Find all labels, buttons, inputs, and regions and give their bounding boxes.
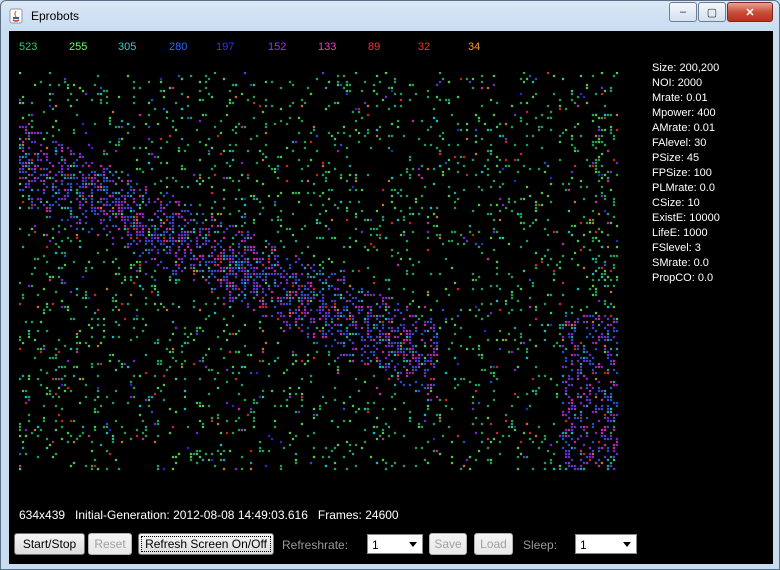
simulation-panel: 523 255 305 280 197 152 133 89 32 34 Size: 200,20… (9, 31, 773, 564)
population-count: 523 (19, 41, 38, 53)
parameter-item: SMrate: 0.0 (652, 257, 709, 269)
control-bar: Start/Stop Reset Refresh Screen On/Off R… (9, 529, 773, 564)
population-count: 152 (268, 41, 287, 53)
population-count: 280 (169, 41, 188, 53)
population-count: 197 (216, 41, 235, 53)
sleep-value: 1 (580, 538, 587, 552)
maximize-button[interactable]: ▢ (698, 2, 726, 22)
simulation-canvas[interactable] (19, 72, 619, 471)
population-count: 32 (418, 41, 431, 53)
start-stop-button[interactable]: Start/Stop (14, 533, 85, 555)
parameter-item: FSlevel: 3 (652, 242, 701, 254)
parameter-item: FPSize: 100 (652, 167, 712, 179)
refresh-toggle-button[interactable]: Refresh Screen On/Off (138, 533, 274, 555)
app-window: Eprobots ‒ ▢ ✕ 523 255 305 280 197 152 133 89 32… (0, 0, 780, 570)
parameter-item: Size: 200,200 (652, 62, 720, 74)
maximize-icon: ▢ (706, 6, 718, 19)
population-count: 133 (318, 41, 337, 53)
status-info: 634x439 Initial-Generation: 2012-08-08 1… (19, 508, 399, 522)
population-count: 89 (368, 41, 381, 53)
parameter-item: Mrate: 0.01 (652, 92, 708, 104)
sleep-label: Sleep: (523, 538, 558, 552)
save-button[interactable]: Save (429, 533, 467, 555)
parameter-item: LifeE: 1000 (652, 227, 708, 239)
reset-button[interactable]: Reset (88, 533, 132, 555)
sleep-select[interactable]: 1 (575, 534, 637, 554)
parameter-item: AMrate: 0.01 (652, 122, 715, 134)
parameter-item: Mpower: 400 (652, 107, 716, 119)
chevron-down-icon (623, 542, 631, 547)
window-title: Eprobots (31, 9, 80, 23)
refreshrate-value: 1 (372, 538, 379, 552)
close-button[interactable]: ✕ (727, 2, 773, 22)
chevron-down-icon (409, 542, 417, 547)
parameter-item: NOI: 2000 (652, 77, 703, 89)
parameter-list: Size: 200,200 NOI: 2000 Mrate: 0.01 Mpower:… (652, 61, 720, 286)
population-count: 255 (69, 41, 88, 53)
parameter-item: FAlevel: 30 (652, 137, 707, 149)
population-count: 305 (118, 41, 137, 53)
parameter-item: ExistE: 10000 (652, 212, 720, 224)
refreshrate-select[interactable]: 1 (367, 534, 423, 554)
population-count: 34 (468, 41, 481, 53)
minimize-icon: ‒ (679, 6, 687, 18)
load-button[interactable]: Load (474, 533, 513, 555)
close-icon: ✕ (745, 6, 755, 19)
parameter-item: PLMrate: 0.0 (652, 182, 715, 194)
minimize-button[interactable]: ‒ (669, 2, 697, 22)
parameter-item: CSize: 10 (652, 197, 700, 209)
java-app-icon (9, 8, 23, 24)
refreshrate-label: Refreshrate: (282, 538, 349, 552)
parameter-item: PSize: 45 (652, 152, 700, 164)
title-bar[interactable]: Eprobots ‒ ▢ ✕ (1, 1, 779, 31)
parameter-item: PropCO: 0.0 (652, 272, 714, 284)
